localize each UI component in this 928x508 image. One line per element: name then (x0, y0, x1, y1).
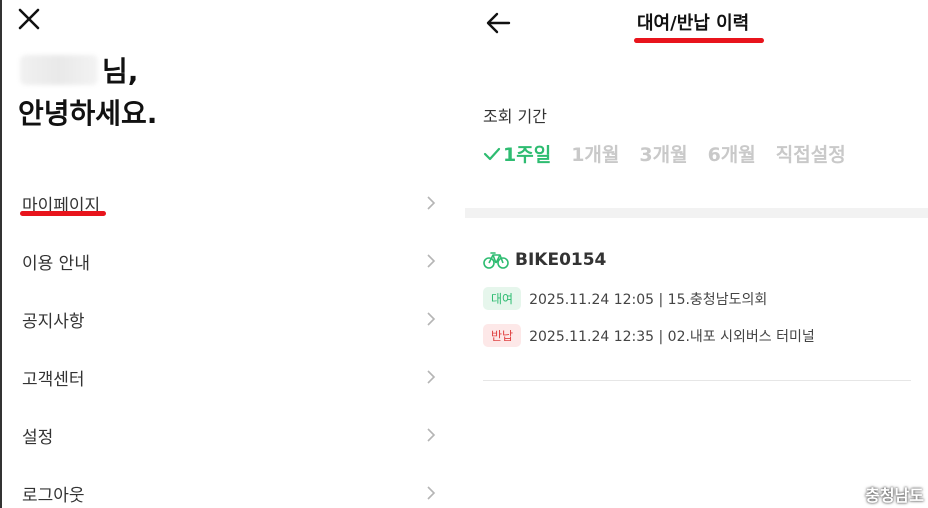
menu-item-label: 공지사항 (22, 311, 85, 332)
page-title: 대여/반납 이력 (637, 13, 750, 34)
greeting-suffix: 님, (102, 55, 139, 88)
tab-label: 3개월 (639, 144, 688, 166)
greeting-hello: 안녕하세요. (18, 97, 158, 130)
menu-item-guide[interactable]: 이용 안내 (2, 232, 457, 290)
chevron-right-icon (427, 428, 436, 442)
tab-6-months[interactable]: 6개월 (708, 140, 756, 167)
menu-item-label: 고객센터 (22, 369, 85, 390)
back-button[interactable] (485, 10, 513, 36)
blurred-username (20, 55, 98, 85)
section-divider (465, 208, 928, 218)
drawer-menu: 마이페이지 이용 안내 공지사항 고객센터 설정 로그아웃 (2, 174, 457, 508)
return-badge: 반납 (483, 324, 522, 347)
bicycle-icon (483, 252, 509, 269)
close-icon (18, 8, 40, 30)
menu-item-label: 이용 안내 (22, 253, 90, 274)
watermark: 충청남도 (865, 486, 924, 505)
return-detail: 2025.11.24 12:35 | 02.내포 시외버스 터미널 (529, 328, 815, 345)
arrow-left-icon (486, 12, 511, 34)
rent-badge: 대여 (483, 287, 522, 310)
rent-row: 대여 2025.11.24 12:05 | 15.충청남도의회 (483, 287, 767, 310)
menu-item-logout[interactable]: 로그아웃 (2, 464, 457, 508)
period-label: 조회 기간 (483, 107, 547, 126)
side-drawer: 님, 안녕하세요. 마이페이지 이용 안내 공지사항 고객센터 설정 로그아웃 (0, 0, 455, 508)
menu-item-settings[interactable]: 설정 (2, 406, 457, 464)
record-separator (483, 380, 911, 381)
tab-1-week[interactable]: 1주일 (483, 140, 551, 167)
annotation-underline-mypage (20, 211, 106, 216)
tab-1-month[interactable]: 1개월 (571, 140, 619, 167)
return-row: 반납 2025.11.24 12:35 | 02.내포 시외버스 터미널 (483, 324, 815, 347)
menu-item-mypage[interactable]: 마이페이지 (2, 174, 457, 232)
tab-label: 1개월 (571, 144, 620, 166)
chevron-right-icon (427, 486, 436, 500)
menu-item-label: 설정 (22, 427, 54, 448)
bike-id: BIKE0154 (515, 250, 607, 270)
chevron-right-icon (427, 254, 436, 268)
tab-label: 직접설정 (775, 144, 846, 166)
chevron-right-icon (427, 312, 436, 326)
greeting: 님, (20, 50, 138, 90)
menu-item-label: 로그아웃 (22, 485, 85, 506)
tab-custom-range[interactable]: 직접설정 (776, 140, 846, 167)
rent-detail: 2025.11.24 12:05 | 15.충청남도의회 (529, 291, 768, 308)
check-icon (483, 147, 501, 160)
menu-item-support[interactable]: 고객센터 (2, 348, 457, 406)
menu-item-notice[interactable]: 공지사항 (2, 290, 457, 348)
annotation-underline-title (634, 38, 764, 43)
close-button[interactable] (16, 6, 42, 32)
tab-label: 1주일 (503, 144, 552, 166)
history-screen: 대여/반납 이력 조회 기간 1주일 1개월 3개월 6개월 직접설정 BIKE… (465, 0, 928, 508)
tab-3-months[interactable]: 3개월 (639, 140, 687, 167)
bike-record-header: BIKE0154 (483, 250, 606, 270)
chevron-right-icon (427, 196, 436, 210)
tab-label: 6개월 (707, 144, 756, 166)
chevron-right-icon (427, 370, 436, 384)
period-tabs: 1주일 1개월 3개월 6개월 직접설정 (483, 140, 866, 167)
